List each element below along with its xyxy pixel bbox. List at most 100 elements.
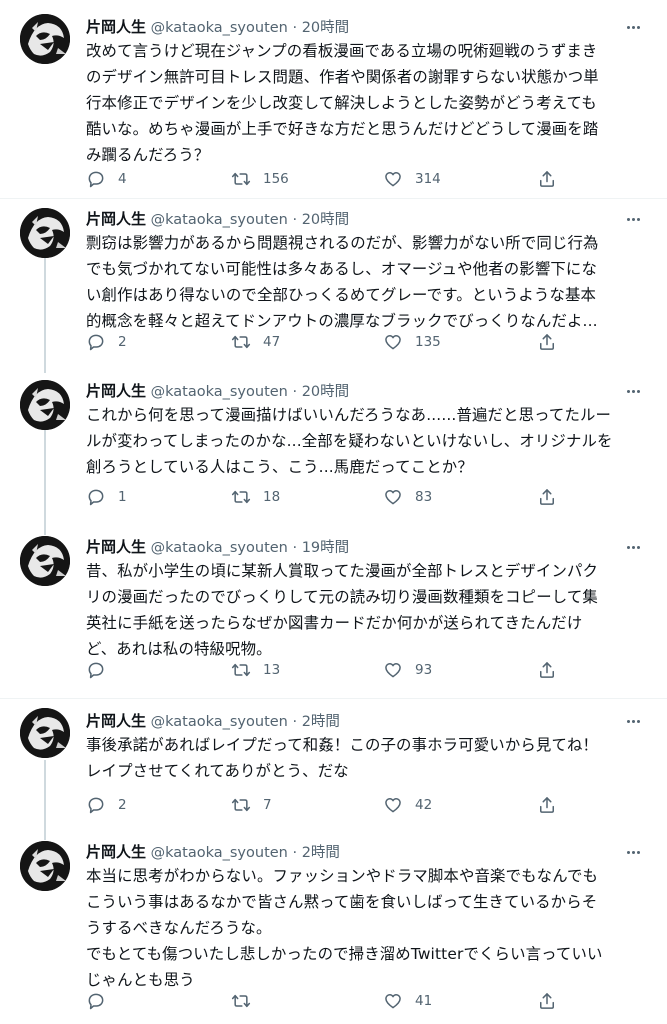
retweet-button[interactable]: 156 [231, 168, 289, 190]
user-handle[interactable]: @kataoka_syouten [151, 714, 288, 730]
retweet-count: 156 [263, 171, 289, 187]
share-button[interactable] [537, 794, 557, 816]
user-handle[interactable]: @kataoka_syouten [151, 212, 288, 228]
avatar[interactable] [20, 14, 70, 64]
more-icon[interactable] [621, 842, 645, 862]
timestamp[interactable]: 20時間 [302, 20, 349, 36]
retweet-icon [231, 172, 251, 186]
like-count: 83 [415, 489, 433, 505]
share-icon [540, 662, 554, 678]
share-button[interactable] [537, 168, 557, 190]
heart-icon [385, 663, 401, 678]
more-icon[interactable] [621, 537, 645, 557]
like-button[interactable]: 93 [383, 659, 432, 681]
heart-icon [385, 172, 401, 187]
retweet-count: 13 [263, 662, 281, 678]
retweet-icon [231, 798, 251, 812]
retweet-button[interactable] [231, 990, 263, 1012]
tweet-text: 本当に思考がわからない。ファッションやドラマ脚本や音楽でもなんでも こういう事は… [86, 867, 603, 989]
like-button[interactable]: 314 [383, 168, 441, 190]
display-name[interactable]: 片岡人生 [86, 210, 146, 228]
display-name[interactable]: 片岡人生 [86, 712, 146, 730]
reply-count: 1 [118, 489, 127, 505]
tweet-text: 改めて言うけど現在ジャンプの看板漫画である立場の呪術廻戦のうずまき のデザイン無… [86, 42, 599, 164]
display-name[interactable]: 片岡人生 [86, 843, 146, 861]
reply-count: 2 [118, 797, 127, 813]
share-icon [540, 334, 554, 350]
user-handle[interactable]: @kataoka_syouten [151, 20, 288, 36]
like-count: 93 [415, 662, 433, 678]
separator-dot: · [292, 384, 298, 400]
avatar-image [20, 208, 70, 258]
avatar[interactable] [20, 841, 70, 891]
timestamp[interactable]: 2時間 [302, 714, 340, 730]
share-button[interactable] [537, 331, 557, 353]
retweet-button[interactable]: 7 [231, 794, 272, 816]
more-icon[interactable] [621, 381, 645, 401]
like-button[interactable]: 42 [383, 794, 432, 816]
share-button[interactable] [537, 486, 557, 508]
retweet-icon [231, 663, 251, 677]
avatar[interactable] [20, 708, 70, 758]
reply-icon [88, 334, 104, 351]
display-name[interactable]: 片岡人生 [86, 382, 146, 400]
timestamp[interactable]: 20時間 [302, 384, 349, 400]
tweet-header: 片岡人生 @kataoka_syouten · 20時間 [86, 208, 349, 230]
retweet-icon [231, 335, 251, 349]
like-button[interactable]: 41 [383, 990, 432, 1012]
more-icon[interactable] [621, 209, 645, 229]
tweet-actions: 1 18 83 [86, 486, 566, 508]
avatar-image [20, 380, 70, 430]
reply-icon [88, 797, 104, 814]
retweet-count: 18 [263, 489, 281, 505]
timestamp[interactable]: 19時間 [302, 540, 349, 556]
tweet-header: 片岡人生 @kataoka_syouten · 2時間 [86, 710, 340, 732]
more-icon[interactable] [621, 17, 645, 37]
retweet-button[interactable]: 47 [231, 331, 280, 353]
heart-icon [385, 798, 401, 813]
like-button[interactable]: 135 [383, 331, 441, 353]
separator-dot: · [292, 212, 298, 228]
tweet-actions: 13 93 [86, 659, 566, 681]
tweet-text: 昔、私が小学生の頃に某新人賞取ってた漫画が全部トレスとデザインパク リの漫画だっ… [86, 562, 599, 658]
separator [0, 198, 667, 199]
more-icon[interactable] [621, 711, 645, 731]
share-icon [540, 993, 554, 1009]
avatar[interactable] [20, 536, 70, 586]
tweet-actions: 2 47 135 [86, 331, 566, 353]
user-handle[interactable]: @kataoka_syouten [151, 384, 288, 400]
reply-button[interactable]: 2 [86, 794, 127, 816]
reply-button[interactable]: 2 [86, 331, 127, 353]
share-button[interactable] [537, 659, 557, 681]
reply-count: 4 [118, 171, 127, 187]
avatar[interactable] [20, 380, 70, 430]
avatar[interactable] [20, 208, 70, 258]
user-handle[interactable]: @kataoka_syouten [151, 845, 288, 861]
reply-button[interactable] [86, 659, 118, 681]
retweet-button[interactable]: 13 [231, 659, 280, 681]
like-count: 314 [415, 171, 441, 187]
reply-button[interactable]: 1 [86, 486, 127, 508]
separator-dot: · [292, 20, 298, 36]
display-name[interactable]: 片岡人生 [86, 18, 146, 36]
thread-line [44, 760, 46, 840]
retweet-count: 7 [263, 797, 272, 813]
separator [0, 698, 667, 699]
like-button[interactable]: 83 [383, 486, 432, 508]
heart-icon [385, 335, 401, 350]
timestamp[interactable]: 20時間 [302, 212, 349, 228]
share-button[interactable] [537, 990, 557, 1012]
retweet-button[interactable]: 18 [231, 486, 280, 508]
reply-button[interactable]: 4 [86, 168, 127, 190]
separator-dot: · [292, 714, 298, 730]
reply-button[interactable] [86, 990, 118, 1012]
tweet-header: 片岡人生 @kataoka_syouten · 20時間 [86, 16, 349, 38]
like-count: 42 [415, 797, 433, 813]
like-count: 135 [415, 334, 441, 350]
reply-icon [88, 662, 104, 679]
avatar-image [20, 536, 70, 586]
display-name[interactable]: 片岡人生 [86, 538, 146, 556]
avatar-image [20, 841, 70, 891]
timestamp[interactable]: 2時間 [302, 845, 340, 861]
user-handle[interactable]: @kataoka_syouten [151, 540, 288, 556]
